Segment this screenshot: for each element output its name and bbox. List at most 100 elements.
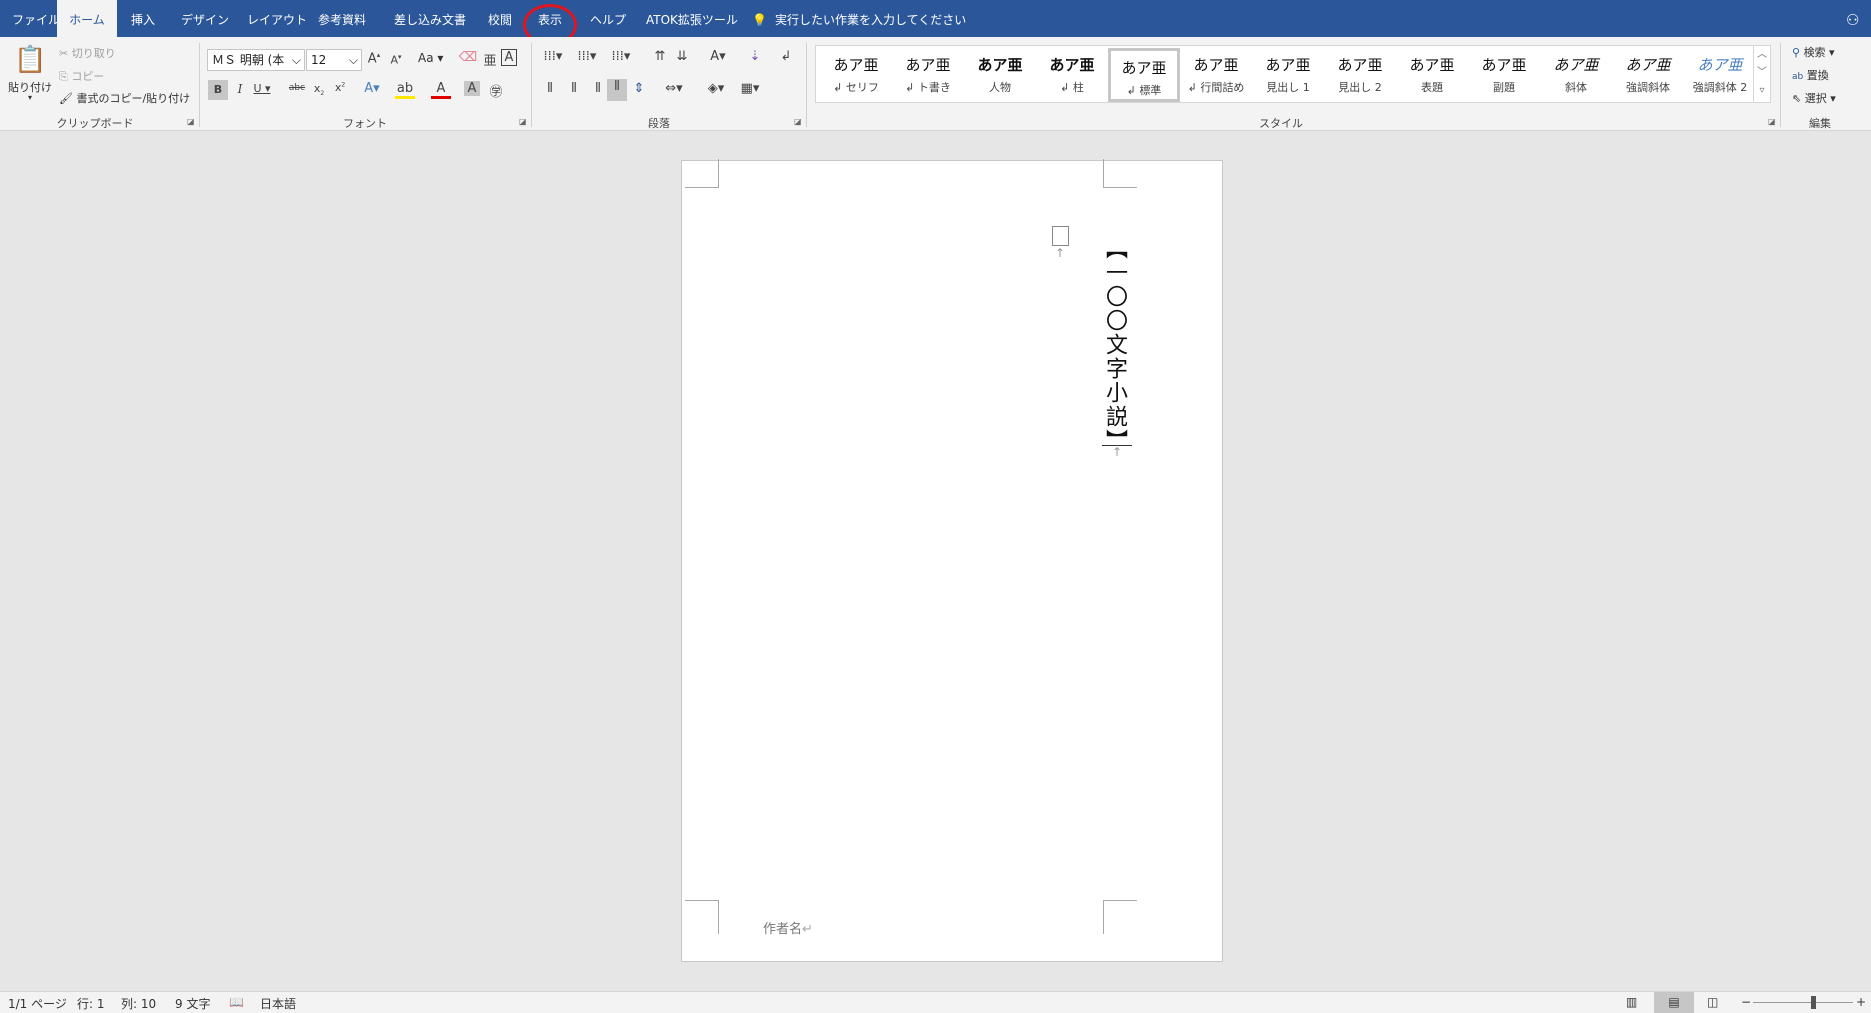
tell-me-input[interactable]: 実行したい作業を入力してください bbox=[775, 0, 966, 37]
enclosed-character-icon[interactable]: A bbox=[501, 49, 517, 66]
tab-insert[interactable]: 挿入 bbox=[121, 0, 165, 37]
style-item[interactable]: あア亜 表題 bbox=[1396, 48, 1468, 102]
style-item[interactable]: あア亜 ↲ セリフ bbox=[820, 48, 892, 102]
tab-review[interactable]: 校閲 bbox=[478, 0, 522, 37]
align-top-icon[interactable]: ⦀ bbox=[540, 81, 560, 96]
more-icon[interactable]: ▿ bbox=[1754, 82, 1770, 100]
zoom-out-icon[interactable]: − bbox=[1741, 995, 1751, 1009]
style-item[interactable]: あア亜 ↲ 標準 bbox=[1108, 48, 1180, 102]
tab-atok[interactable]: ATOK拡張ツール bbox=[636, 0, 748, 37]
gallery-scroll[interactable]: ︿ ﹀ ▿ bbox=[1753, 45, 1771, 103]
style-preview: あア亜 bbox=[1697, 56, 1743, 74]
author-text[interactable]: 作者名↵ bbox=[763, 918, 813, 937]
find-button[interactable]: ⚲ 検索 ▾ bbox=[1792, 44, 1835, 60]
person-add-icon[interactable]: ⚇ bbox=[1846, 0, 1859, 37]
italic-icon[interactable]: I bbox=[230, 82, 250, 96]
style-item[interactable]: あア亜 ↲ ト書き bbox=[892, 48, 964, 102]
font-size-combo[interactable]: 12 ⌵ bbox=[306, 49, 362, 71]
borders-icon[interactable]: ▦▾ bbox=[736, 81, 764, 96]
chevron-down-icon: ⌵ bbox=[348, 53, 358, 67]
copy-button[interactable]: ⎘ コピー bbox=[59, 68, 104, 84]
chevron-down-icon[interactable]: ﹀ bbox=[1754, 64, 1770, 82]
tab-help[interactable]: ヘルプ bbox=[580, 0, 636, 37]
subscript-icon[interactable]: x2 bbox=[309, 82, 329, 97]
justify-icon[interactable]: ⦀ bbox=[607, 79, 627, 101]
increase-indent-icon[interactable]: ⇊ bbox=[672, 49, 692, 64]
numbering-icon[interactable]: ⁞⁞⁞▾ bbox=[574, 49, 600, 64]
tab-references[interactable]: 参考資料 bbox=[308, 0, 376, 37]
highlight-color-icon[interactable]: ab bbox=[395, 81, 415, 99]
style-item[interactable]: あア亜 見出し 2 bbox=[1324, 48, 1396, 102]
tab-design[interactable]: デザイン bbox=[171, 0, 239, 37]
page-count[interactable]: 1/1 ページ bbox=[8, 995, 67, 1012]
style-item[interactable]: あア亜 強調斜体 2 bbox=[1684, 48, 1756, 102]
web-layout-icon[interactable]: ◫ bbox=[1707, 995, 1718, 1009]
tab-home[interactable]: ホーム bbox=[57, 0, 117, 37]
style-item[interactable]: あア亜 ↲ 行間詰め bbox=[1180, 48, 1252, 102]
proofing-icon[interactable]: 📖 bbox=[229, 995, 244, 1009]
superscript-icon[interactable]: x2 bbox=[330, 81, 350, 94]
dialog-launcher-icon[interactable]: ◪ bbox=[187, 117, 195, 126]
style-item[interactable]: あア亜 強調斜体 bbox=[1612, 48, 1684, 102]
language[interactable]: 日本語 bbox=[260, 995, 296, 1012]
style-item[interactable]: あア亜 斜体 bbox=[1540, 48, 1612, 102]
shrink-font-icon[interactable]: A▾ bbox=[386, 53, 406, 67]
change-case-button[interactable]: Aa ▾ bbox=[418, 51, 443, 65]
chevron-up-icon[interactable]: ︿ bbox=[1754, 46, 1770, 64]
format-painter-button[interactable]: 🖌 書式のコピー/貼り付け bbox=[59, 90, 190, 106]
font-color-icon[interactable]: A bbox=[431, 81, 451, 99]
line-spacing-icon[interactable]: ⇔▾ bbox=[660, 81, 688, 96]
text-direction-icon[interactable]: A▾ bbox=[704, 49, 732, 64]
replace-button[interactable]: ab 置換 bbox=[1792, 67, 1829, 83]
style-preview: あア亜 bbox=[1265, 56, 1311, 74]
zoom-slider-thumb[interactable] bbox=[1811, 996, 1816, 1009]
divider bbox=[806, 43, 807, 127]
decrease-indent-icon[interactable]: ⇈ bbox=[650, 49, 670, 64]
show-marks-icon[interactable]: ↲ bbox=[776, 49, 796, 64]
enclose-characters-icon[interactable]: ㊫ bbox=[486, 81, 506, 100]
style-name: 人物 bbox=[989, 81, 1011, 94]
style-item[interactable]: あア亜 ↲ 柱 bbox=[1036, 48, 1108, 102]
paragraph-mark-icon: ↑ bbox=[1112, 445, 1123, 459]
grow-font-icon[interactable]: A▴ bbox=[364, 51, 384, 66]
cut-button[interactable]: ✂ 切り取り bbox=[59, 45, 116, 61]
zoom-slider[interactable] bbox=[1753, 1002, 1853, 1003]
style-item[interactable]: あア亜 人物 bbox=[964, 48, 1036, 102]
bold-icon[interactable]: B bbox=[208, 80, 228, 100]
clear-formatting-icon[interactable]: ⌫ bbox=[458, 50, 478, 65]
replace-label: 置換 bbox=[1806, 69, 1829, 82]
copy-icon: ⎘ bbox=[59, 70, 68, 83]
align-bottom-icon[interactable]: ⦀ bbox=[588, 81, 608, 96]
character-shading-icon[interactable]: A bbox=[464, 81, 480, 96]
style-item[interactable]: あア亜 副題 bbox=[1468, 48, 1540, 102]
document-title[interactable]: 【一〇〇文字小説】 bbox=[1100, 237, 1128, 453]
underline-icon[interactable]: U ▾ bbox=[252, 82, 272, 95]
dialog-launcher-icon[interactable]: ◪ bbox=[519, 117, 527, 126]
bullets-icon[interactable]: ⁞⁞⁞▾ bbox=[540, 49, 566, 64]
style-preview: あア亜 bbox=[905, 56, 951, 74]
style-item[interactable]: あア亜 見出し 1 bbox=[1252, 48, 1324, 102]
distributed-icon[interactable]: ⇕ bbox=[629, 81, 649, 96]
style-preview: あア亜 bbox=[1625, 56, 1671, 74]
phonetic-guide-icon[interactable]: 亜 bbox=[480, 50, 500, 69]
paste-icon[interactable]: 📋 bbox=[14, 45, 46, 75]
word-count[interactable]: 9 文字 bbox=[175, 995, 210, 1012]
multilevel-list-icon[interactable]: ⁞⁞⁞▾ bbox=[608, 49, 634, 64]
align-center-icon[interactable]: ⦀ bbox=[564, 81, 584, 96]
text-effects-icon[interactable]: A▾ bbox=[362, 81, 382, 96]
print-layout-icon[interactable]: ▤ bbox=[1654, 992, 1694, 1013]
paste-dropdown-icon[interactable]: ▾ bbox=[28, 93, 32, 102]
zoom-in-icon[interactable]: + bbox=[1856, 995, 1866, 1009]
tab-mailings[interactable]: 差し込み文書 bbox=[384, 0, 476, 37]
font-name-combo[interactable]: ＭＳ 明朝 (本 ⌵ bbox=[207, 49, 305, 71]
tab-layout[interactable]: レイアウト bbox=[237, 0, 317, 37]
shading-icon[interactable]: ◈▾ bbox=[702, 81, 730, 96]
select-button[interactable]: ⇖ 選択 ▾ bbox=[1792, 90, 1836, 106]
dialog-launcher-icon[interactable]: ◪ bbox=[794, 117, 802, 126]
dialog-launcher-icon[interactable]: ◪ bbox=[1768, 117, 1776, 126]
read-mode-icon[interactable]: ▥ bbox=[1626, 995, 1637, 1009]
sort-icon[interactable]: ⇣ bbox=[745, 49, 765, 64]
strikethrough-icon[interactable]: abc bbox=[287, 83, 307, 93]
author-name: 作者名 bbox=[763, 922, 803, 937]
document-page[interactable]: ↑ 【一〇〇文字小説】 ↑ 作者名↵ bbox=[681, 159, 1223, 962]
